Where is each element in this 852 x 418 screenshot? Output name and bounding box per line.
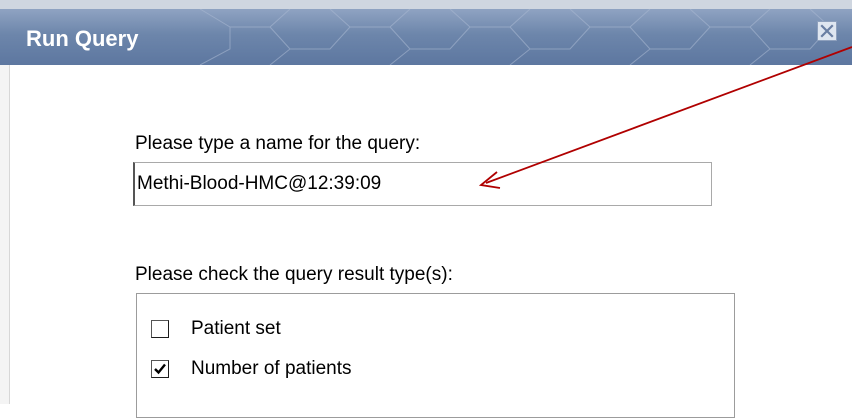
run-query-dialog: Run Query Please type a name for the que… [0, 9, 852, 418]
close-button[interactable] [817, 21, 837, 41]
close-x-icon [820, 24, 834, 38]
checkmark-icon [154, 363, 166, 375]
dialog-title: Run Query [26, 26, 139, 51]
query-name-input[interactable] [133, 162, 712, 206]
patient-set-checkbox[interactable] [151, 320, 169, 338]
dialog-titlebar[interactable]: Run Query [0, 9, 852, 65]
number-of-patients-label: Number of patients [191, 358, 352, 379]
query-name-label: Please type a name for the query: [135, 133, 421, 154]
result-type-label: Please check the query result type(s): [135, 264, 453, 285]
patient-set-label: Patient set [191, 318, 281, 339]
dialog-left-edge [0, 65, 10, 404]
result-type-group: Patient set Number of patients [136, 293, 735, 418]
number-of-patients-checkbox[interactable] [151, 360, 169, 378]
